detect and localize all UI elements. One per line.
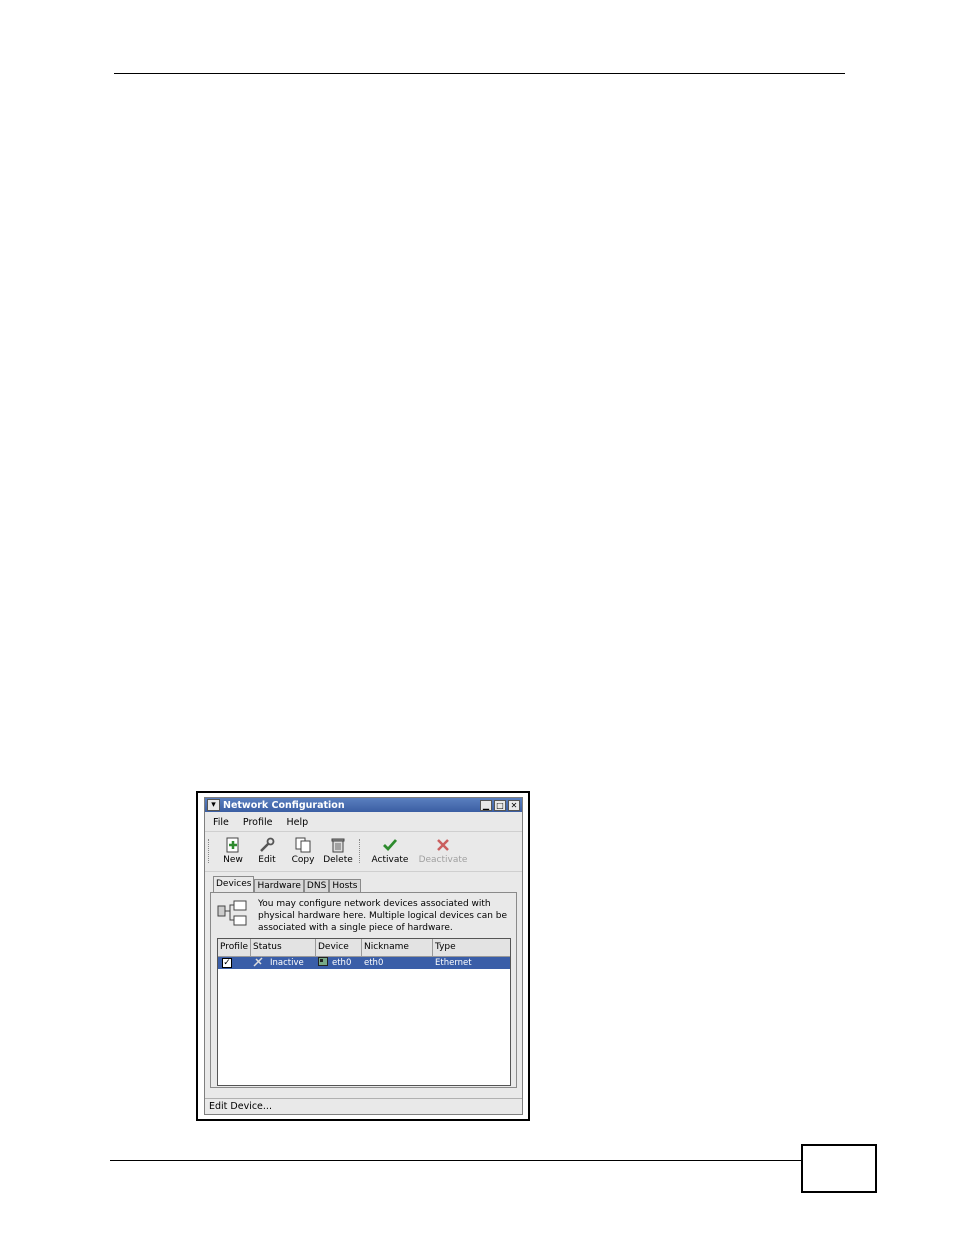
- delete-label: Delete: [323, 855, 353, 865]
- network-configuration-window: ▾ Network Configuration ▁ □ ✕ File Profi…: [204, 797, 523, 1115]
- status-bar: Edit Device...: [205, 1098, 522, 1114]
- nickname-text: eth0: [364, 958, 384, 968]
- tab-devices[interactable]: Devices: [213, 876, 255, 892]
- minimize-icon[interactable]: ▁: [480, 799, 492, 811]
- table-row[interactable]: ✓ Inactive eth0 eth0 Ethernet: [218, 956, 510, 970]
- toolbar-grip[interactable]: [208, 839, 212, 863]
- tab-strip: Devices Hardware DNS Hosts: [213, 876, 361, 892]
- column-nickname[interactable]: Nickname: [362, 939, 433, 956]
- tab-hosts[interactable]: Hosts: [329, 879, 361, 892]
- tab-dns[interactable]: DNS: [303, 879, 330, 892]
- type-text: Ethernet: [435, 958, 472, 968]
- delete-button[interactable]: Delete: [320, 835, 356, 865]
- ethernet-card-icon: [318, 957, 330, 969]
- menu-bar: File Profile Help: [205, 813, 522, 832]
- figure-frame: ▾ Network Configuration ▁ □ ✕ File Profi…: [196, 791, 530, 1121]
- column-device[interactable]: Device: [316, 939, 362, 956]
- edit-label: Edit: [258, 855, 276, 865]
- devices-panel: You may configure network devices associ…: [210, 892, 517, 1088]
- column-type[interactable]: Type: [433, 939, 510, 956]
- trash-icon: [320, 835, 356, 855]
- new-document-icon: [215, 835, 251, 855]
- deactivate-button[interactable]: Deactivate: [417, 835, 469, 865]
- wrench-icon: [249, 835, 285, 855]
- maximize-icon[interactable]: □: [494, 799, 506, 811]
- description-line-3: associated with a single piece of hardwa…: [258, 923, 453, 933]
- chevron-down-icon[interactable]: ▾: [207, 799, 220, 811]
- x-mark-icon: [417, 835, 469, 855]
- menu-file[interactable]: File: [213, 817, 229, 828]
- network-devices-icon: [217, 898, 249, 930]
- devices-list[interactable]: Profile Status Device Nickname Type ✓ In…: [217, 938, 511, 1086]
- page-footer-rule: [110, 1160, 802, 1161]
- page-header-rule: [114, 73, 845, 74]
- activate-button[interactable]: Activate: [367, 835, 413, 865]
- tab-hardware[interactable]: Hardware: [254, 879, 304, 892]
- description-line-1: You may configure network devices associ…: [258, 899, 491, 909]
- title-bar[interactable]: ▾ Network Configuration ▁ □ ✕: [205, 798, 522, 812]
- column-status[interactable]: Status: [251, 939, 316, 956]
- new-button[interactable]: New: [215, 835, 251, 865]
- toolbar-grip-2[interactable]: [359, 839, 363, 863]
- menu-profile[interactable]: Profile: [243, 817, 273, 828]
- copy-label: Copy: [291, 855, 315, 865]
- window-title: Network Configuration: [223, 799, 345, 811]
- new-label: New: [223, 855, 243, 865]
- deactivate-label: Deactivate: [418, 855, 468, 865]
- page-number-box: [801, 1144, 877, 1193]
- close-icon[interactable]: ✕: [508, 799, 520, 811]
- edit-button[interactable]: Edit: [249, 835, 285, 865]
- checkmark-icon: [367, 835, 413, 855]
- copy-icon: [285, 835, 321, 855]
- toolbar: New Edit Copy Delete Activate Deactivate: [205, 833, 522, 872]
- copy-button[interactable]: Copy: [285, 835, 321, 865]
- activate-label: Activate: [371, 855, 409, 865]
- device-text: eth0: [332, 958, 352, 968]
- menu-help[interactable]: Help: [286, 817, 308, 828]
- description-line-2: physical hardware here. Multiple logical…: [258, 911, 508, 921]
- devices-description: You may configure network devices associ…: [258, 898, 513, 934]
- profile-checkbox[interactable]: ✓: [222, 958, 232, 968]
- inactive-status-icon: [253, 956, 267, 970]
- list-header: Profile Status Device Nickname Type: [218, 939, 510, 957]
- status-bar-text: Edit Device...: [209, 1101, 272, 1112]
- status-text: Inactive: [270, 958, 304, 968]
- column-profile[interactable]: Profile: [218, 939, 251, 956]
